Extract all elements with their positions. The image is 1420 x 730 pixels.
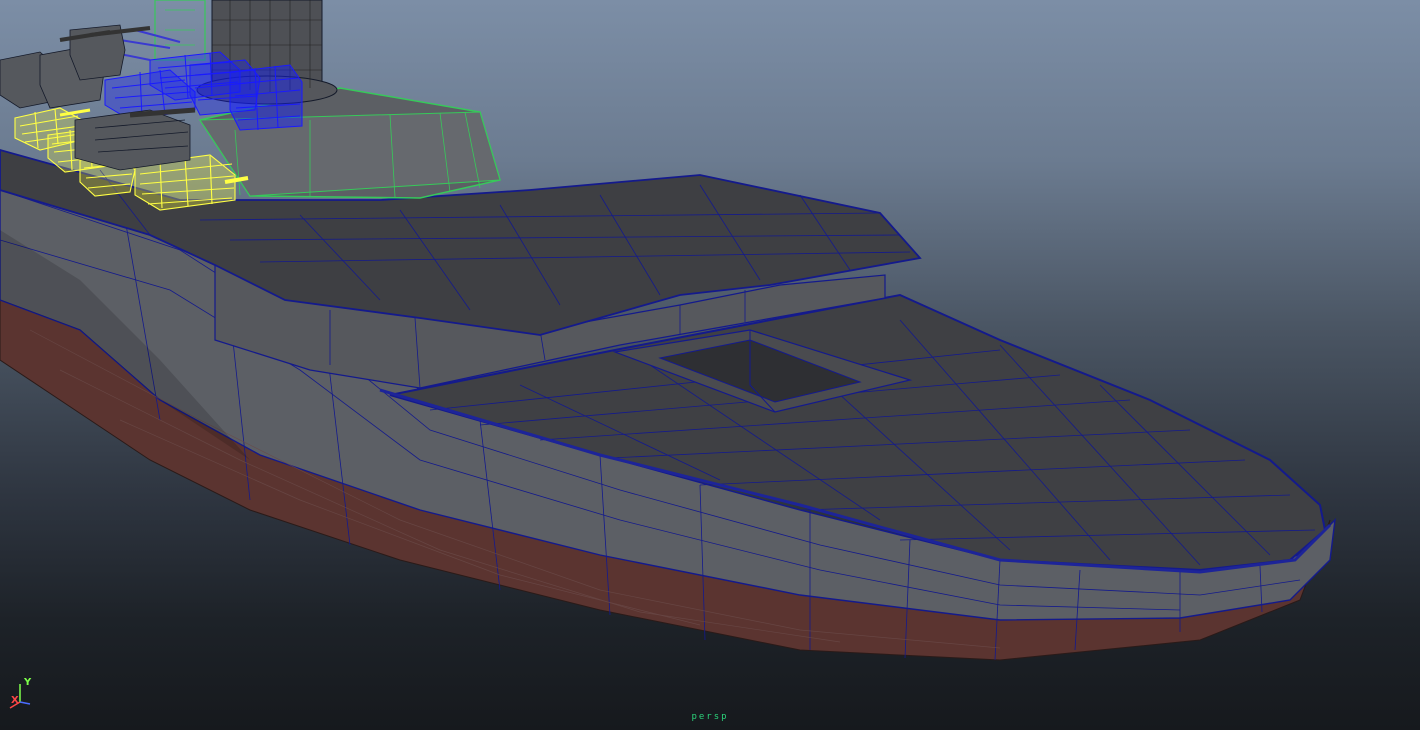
camera-name-label: persp <box>691 712 729 722</box>
axis-x-label: X <box>11 695 19 706</box>
turret-blue-4[interactable] <box>189 59 261 116</box>
ship-model-scene[interactable] <box>0 0 1420 730</box>
axis-gizmo-icon <box>9 684 31 709</box>
axis-y-label: Y <box>24 677 32 688</box>
perspective-viewport[interactable]: Y X persp <box>0 0 1420 730</box>
view-axis-indicator: Y X <box>6 674 40 714</box>
